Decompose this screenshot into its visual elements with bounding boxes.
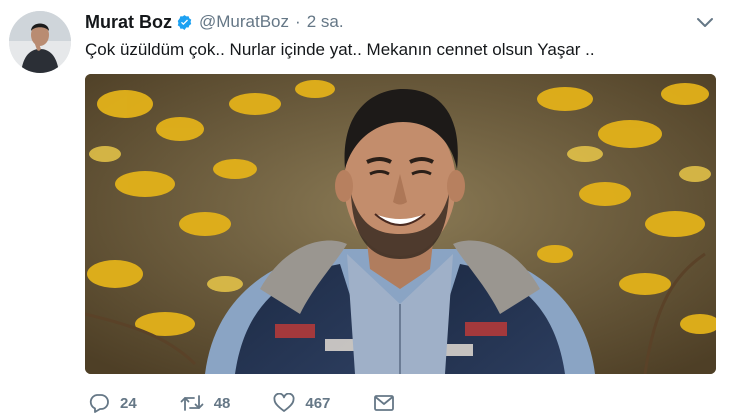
avatar[interactable] <box>9 11 71 73</box>
like-button[interactable]: 467 <box>273 393 330 413</box>
tweet-timestamp[interactable]: 2 sa. <box>307 12 344 32</box>
verified-badge-icon <box>176 14 193 31</box>
direct-message-icon <box>373 393 395 413</box>
tweet-text: Çok üzüldüm çok.. Nurlar içinde yat.. Me… <box>85 40 595 59</box>
reply-button[interactable]: 24 <box>88 393 137 413</box>
reply-count: 24 <box>120 394 137 412</box>
chevron-down-icon[interactable] <box>696 16 714 28</box>
retweet-icon <box>180 393 204 413</box>
tweet-header: Murat Boz @MuratBoz · 2 sa. <box>85 11 344 33</box>
tweet-card: Murat Boz @MuratBoz · 2 sa. Çok üzüldüm … <box>0 0 730 418</box>
author-handle[interactable]: @MuratBoz <box>199 12 289 32</box>
tweet-actions: 24 48 467 <box>88 393 438 413</box>
heart-icon <box>273 393 295 413</box>
tweet-photo[interactable] <box>85 74 716 374</box>
separator-dot: · <box>295 12 301 31</box>
direct-message-button[interactable] <box>373 393 395 413</box>
author-name[interactable]: Murat Boz <box>85 12 172 33</box>
retweet-count: 48 <box>213 394 231 412</box>
reply-icon <box>88 393 110 413</box>
like-count: 467 <box>305 394 331 412</box>
retweet-button[interactable]: 48 <box>180 393 231 413</box>
